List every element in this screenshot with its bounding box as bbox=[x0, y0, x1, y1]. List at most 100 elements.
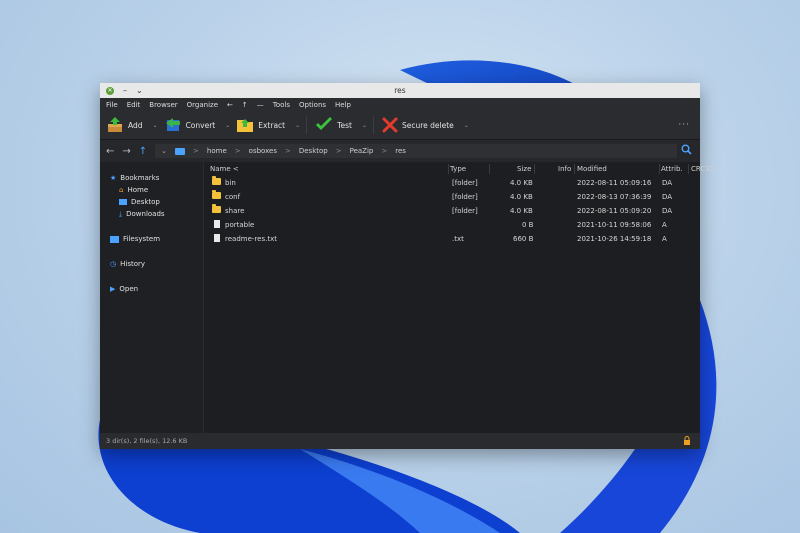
table-row[interactable]: portable 0 B 2021-10-11 09:58:06 A bbox=[204, 218, 700, 232]
breadcrumb-osboxes[interactable]: osboxes bbox=[249, 147, 277, 155]
table-row[interactable]: bin [folder] 4.0 KB 2022-08-11 05:09:16 … bbox=[204, 176, 700, 190]
extract-label: Extract bbox=[258, 120, 286, 130]
main-content: ★ Bookmarks ⌂ Home Desktop ⤓ Downloads F… bbox=[100, 162, 714, 433]
breadcrumb-peazip[interactable]: PeaZip bbox=[350, 147, 374, 155]
add-archive-icon bbox=[108, 117, 122, 132]
test-dropdown-icon[interactable]: ⌄ bbox=[362, 122, 367, 129]
column-size[interactable]: Size bbox=[517, 165, 531, 173]
sidebar-item-desktop[interactable]: Desktop bbox=[100, 196, 203, 208]
toolbar-separator bbox=[372, 116, 374, 134]
breadcrumb-separator: > bbox=[284, 147, 291, 155]
column-header-row: Name < Type Size Info Modified Attrib. C… bbox=[204, 162, 714, 176]
more-options-icon[interactable]: ··· bbox=[678, 120, 690, 130]
peazip-window: ✕ – ⌄ res File Edit Browser Organize ← ↑… bbox=[100, 83, 714, 449]
file-name: share bbox=[225, 207, 245, 215]
menu-up-arrow[interactable]: ↑ bbox=[242, 101, 248, 109]
menu-file[interactable]: File bbox=[106, 101, 118, 109]
menu-browser[interactable]: Browser bbox=[149, 101, 177, 109]
file-size: 0 B bbox=[522, 221, 534, 229]
file-attrib: DA bbox=[662, 179, 673, 187]
sidebar-item-bookmarks[interactable]: ★ Bookmarks bbox=[100, 172, 203, 184]
breadcrumb-separator: > bbox=[335, 147, 342, 155]
add-button[interactable]: Add ⌄ bbox=[106, 117, 158, 133]
file-list: Name < Type Size Info Modified Attrib. C… bbox=[203, 162, 714, 433]
column-crc32[interactable]: CRC32 bbox=[691, 165, 714, 173]
menu-edit[interactable]: Edit bbox=[127, 101, 141, 109]
convert-icon bbox=[165, 118, 180, 131]
sidebar-item-open[interactable]: ▶ Open bbox=[100, 283, 203, 295]
sidebar-item-filesystem[interactable]: Filesystem bbox=[100, 233, 203, 245]
table-row[interactable]: readme-res.txt .txt 660 B 2021-10-26 14:… bbox=[204, 232, 700, 246]
breadcrumb-desktop[interactable]: Desktop bbox=[299, 147, 328, 155]
add-dropdown-icon[interactable]: ⌄ bbox=[153, 122, 158, 129]
sidebar-item-downloads[interactable]: ⤓ Downloads bbox=[100, 208, 203, 220]
file-modified: 2022-08-13 07:36:39 bbox=[577, 193, 652, 201]
table-row[interactable]: conf [folder] 4.0 KB 2022-08-13 07:36:39… bbox=[204, 190, 700, 204]
file-attrib: DA bbox=[662, 193, 673, 201]
menu-back-arrow[interactable]: ← bbox=[227, 101, 233, 109]
file-attrib: A bbox=[662, 221, 667, 229]
document-icon bbox=[214, 234, 220, 244]
download-icon: ⤓ bbox=[119, 209, 123, 218]
column-attrib[interactable]: Attrib. bbox=[661, 165, 683, 173]
column-modified[interactable]: Modified bbox=[577, 165, 607, 173]
sidebar-item-history[interactable]: ◷ History bbox=[100, 258, 203, 270]
lock-icon[interactable] bbox=[683, 436, 691, 447]
column-type[interactable]: Type bbox=[450, 165, 466, 173]
file-name: readme-res.txt bbox=[225, 235, 277, 243]
file-name: bin bbox=[225, 179, 236, 187]
title-bar: ✕ – ⌄ res bbox=[100, 83, 700, 98]
breadcrumb-home[interactable]: home bbox=[207, 147, 227, 155]
sidebar-item-label: Downloads bbox=[126, 210, 165, 218]
extract-button[interactable]: Extract ⌄ bbox=[236, 117, 300, 133]
secure-delete-button[interactable]: Secure delete ⌄ bbox=[382, 117, 469, 133]
minimize-window-button[interactable]: – bbox=[123, 86, 127, 96]
test-label: Test bbox=[337, 120, 352, 130]
column-info[interactable]: Info bbox=[558, 165, 571, 173]
test-button[interactable]: Test ⌄ bbox=[315, 117, 367, 133]
file-size: 4.0 KB bbox=[510, 207, 533, 215]
sidebar-item-home[interactable]: ⌂ Home bbox=[100, 184, 203, 196]
secure-delete-dropdown-icon[interactable]: ⌄ bbox=[464, 122, 469, 129]
breadcrumb-res[interactable]: res bbox=[395, 147, 406, 155]
file-type: [folder] bbox=[452, 193, 478, 201]
file-name: conf bbox=[225, 193, 241, 201]
play-icon: ▶ bbox=[110, 285, 116, 293]
table-row[interactable]: share [folder] 4.0 KB 2022-08-11 05:09:2… bbox=[204, 204, 700, 218]
toolbar: Add ⌄ Convert ⌄ Extract ⌄ Test ⌄ Secure … bbox=[100, 111, 700, 140]
forward-arrow-icon[interactable]: → bbox=[122, 146, 130, 157]
search-icon[interactable] bbox=[681, 144, 692, 158]
sidebar-item-label: Desktop bbox=[131, 198, 160, 206]
breadcrumb: ⌄ > home > osboxes > Desktop > PeaZip > … bbox=[155, 144, 678, 158]
computer-icon[interactable] bbox=[175, 147, 186, 155]
history-dropdown-icon[interactable]: ⌄ bbox=[161, 147, 167, 155]
window-title: res bbox=[394, 86, 406, 95]
folder-icon bbox=[110, 235, 119, 243]
menu-tools[interactable]: Tools bbox=[273, 101, 290, 109]
convert-dropdown-icon[interactable]: ⌄ bbox=[225, 122, 230, 129]
column-name[interactable]: Name < bbox=[210, 165, 239, 173]
status-text: 3 dir(s), 2 file(s), 12.6 KB bbox=[106, 437, 188, 445]
sidebar: ★ Bookmarks ⌂ Home Desktop ⤓ Downloads F… bbox=[100, 162, 203, 433]
menu-options[interactable]: Options bbox=[299, 101, 326, 109]
home-icon: ⌂ bbox=[119, 186, 124, 194]
file-modified: 2022-08-11 05:09:20 bbox=[577, 207, 652, 215]
convert-button[interactable]: Convert ⌄ bbox=[164, 117, 230, 133]
breadcrumb-separator: > bbox=[193, 147, 199, 155]
extract-dropdown-icon[interactable]: ⌄ bbox=[295, 122, 300, 129]
back-arrow-icon[interactable]: ← bbox=[106, 146, 114, 157]
sidebar-item-label: Open bbox=[119, 285, 139, 293]
menu-organize[interactable]: Organize bbox=[187, 101, 218, 109]
file-modified: 2021-10-11 09:58:06 bbox=[577, 221, 652, 229]
folder-icon bbox=[212, 190, 221, 201]
up-arrow-icon[interactable]: ↑ bbox=[139, 146, 147, 157]
toolbar-separator bbox=[306, 116, 308, 134]
address-bar: ← → ↑ ⌄ > home > osboxes > Desktop > Pea… bbox=[100, 140, 700, 162]
sidebar-item-label: History bbox=[120, 260, 146, 268]
maximize-window-button[interactable]: ⌄ bbox=[136, 86, 143, 96]
menu-help[interactable]: Help bbox=[335, 101, 351, 109]
sidebar-item-label: Bookmarks bbox=[120, 174, 160, 182]
file-type: [folder] bbox=[452, 179, 478, 187]
menu-dash[interactable]: — bbox=[257, 101, 264, 109]
close-window-button[interactable]: ✕ bbox=[106, 86, 114, 95]
